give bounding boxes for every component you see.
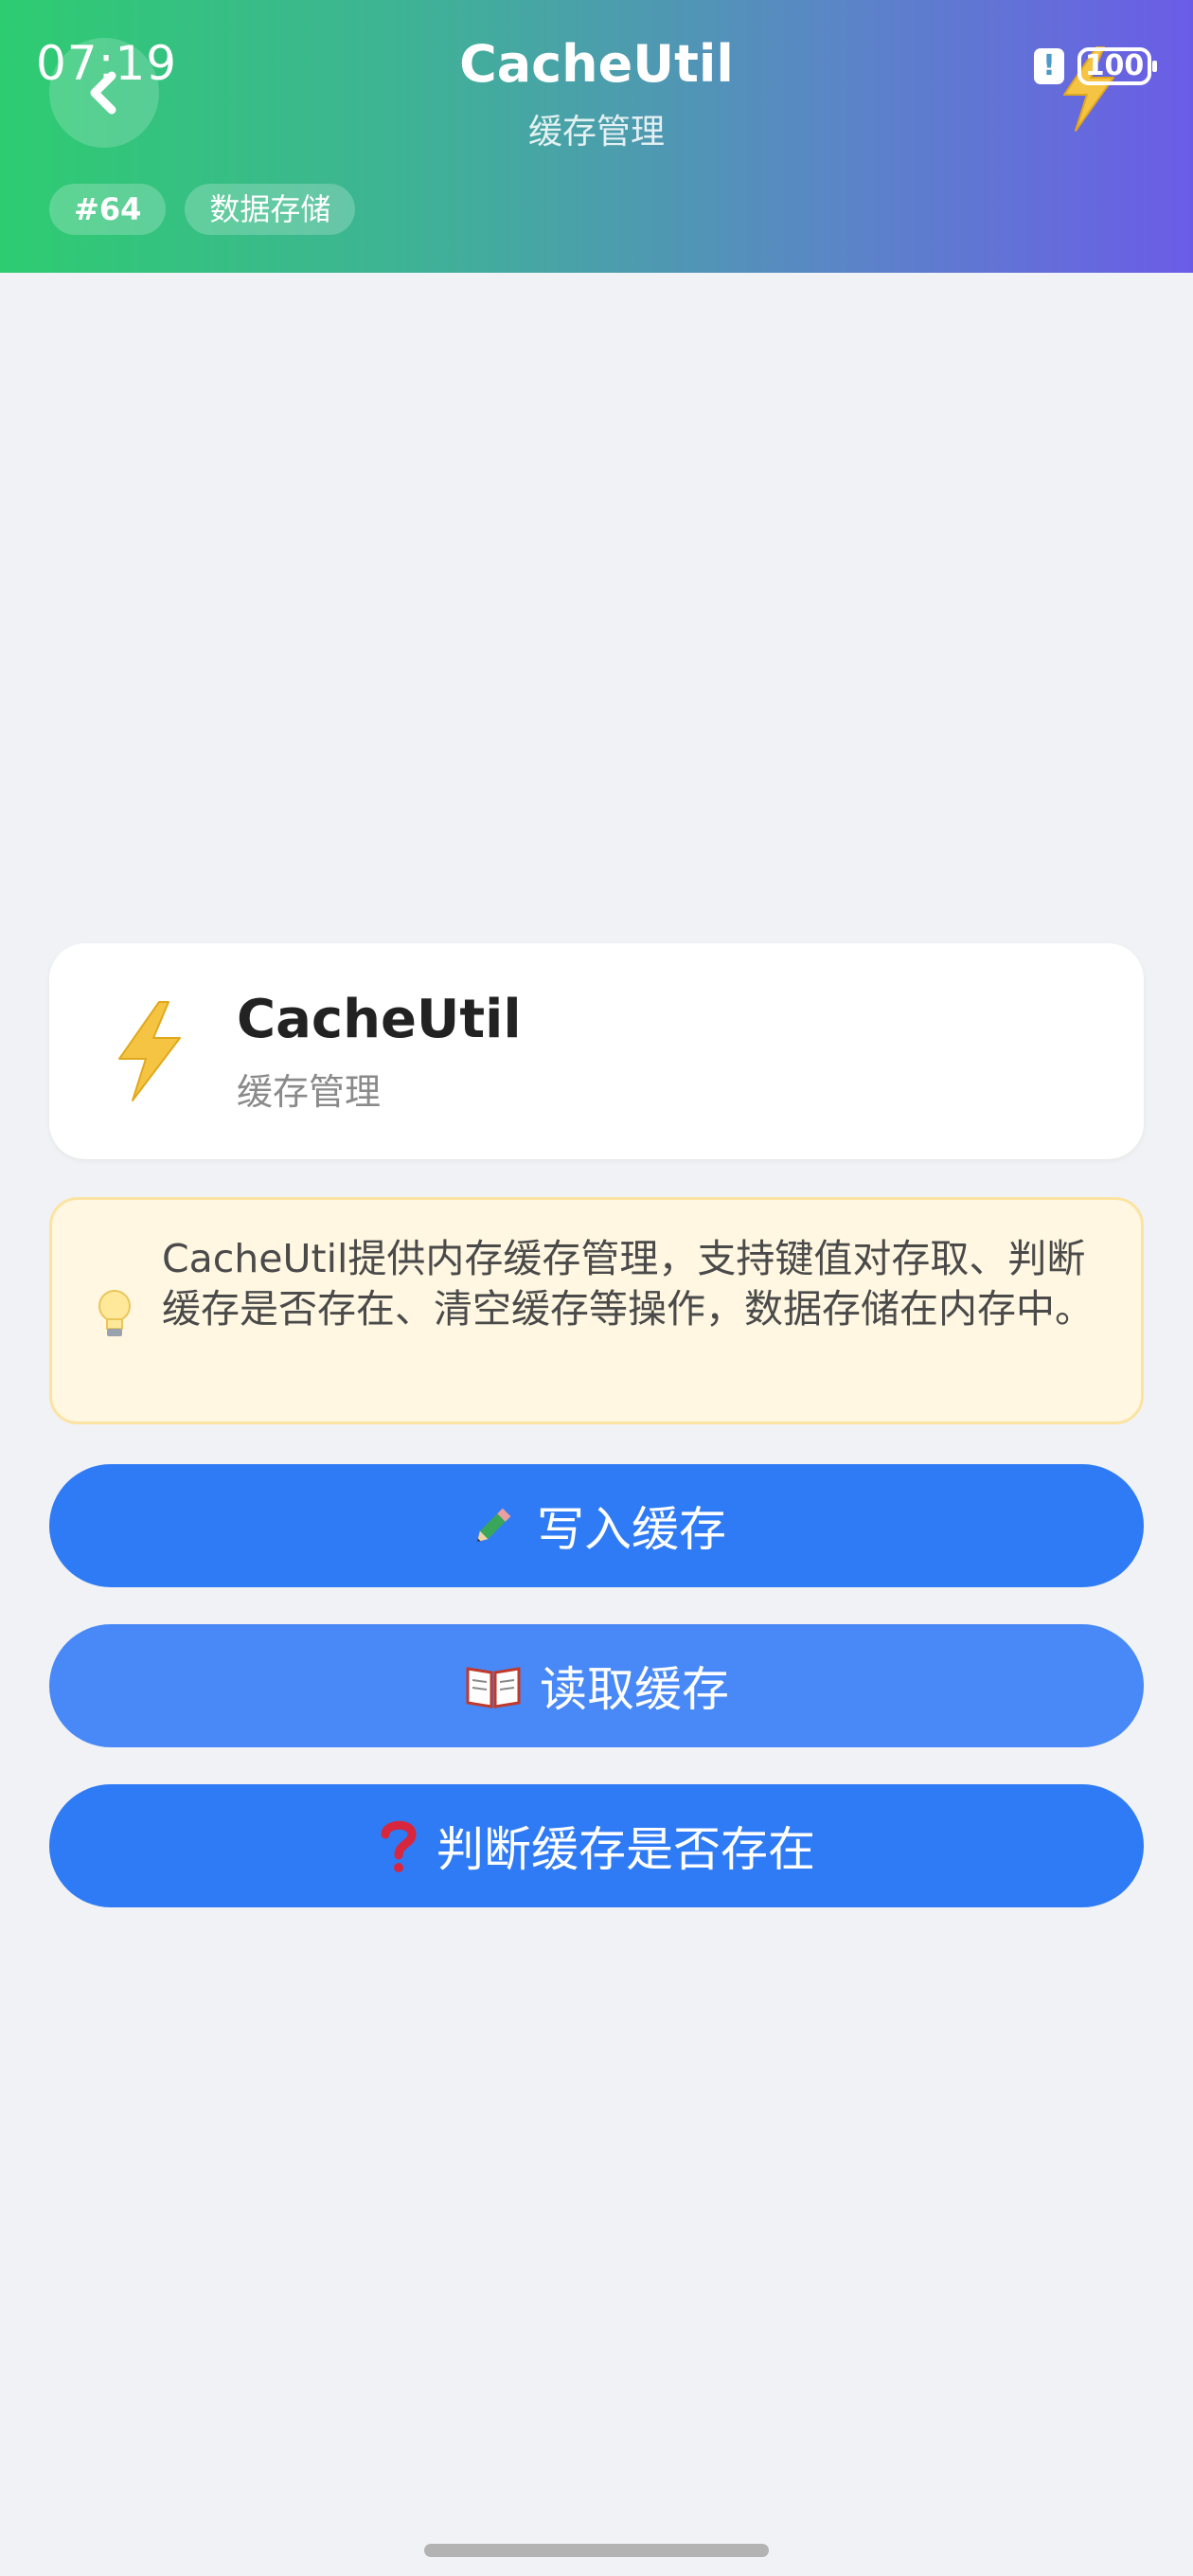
write-cache-button[interactable]: 写入缓存 [49, 1464, 1144, 1587]
check-cache-exists-button[interactable]: 判断缓存是否存在 [49, 1784, 1144, 1907]
status-time: 07:19 [36, 36, 178, 91]
tag-id: #64 [49, 184, 167, 235]
home-indicator[interactable] [424, 2544, 769, 2557]
write-cache-label: 写入缓存 [537, 1502, 726, 1557]
pencil-icon [467, 1499, 520, 1552]
page-subtitle: 缓存管理 [527, 113, 665, 152]
tip-text: CacheUtil提供内存缓存管理，支持键值对存取、判断缓存是否存在、清空缓存等… [162, 1236, 1094, 1332]
tip-box: CacheUtil提供内存缓存管理，支持键值对存取、判断缓存是否存在、清空缓存等… [49, 1197, 1144, 1424]
read-cache-button[interactable]: 读取缓存 [49, 1624, 1144, 1747]
question-mark-icon [378, 1817, 419, 1874]
lightbulb-icon [96, 1287, 134, 1344]
app-header: 07:19 ! 100 CacheUtil 缓存管理 #64 数据存储 [0, 0, 1193, 273]
info-card: CacheUtil 缓存管理 [49, 943, 1144, 1159]
card-title: CacheUtil [237, 989, 522, 1050]
check-cache-exists-label: 判断缓存是否存在 [436, 1822, 815, 1877]
lightning-icon [112, 1000, 186, 1106]
tag-row: #64 数据存储 [49, 184, 374, 235]
page-title: CacheUtil [459, 34, 734, 94]
read-cache-label: 读取缓存 [540, 1662, 729, 1717]
open-book-icon [464, 1661, 523, 1710]
tag-category: 数据存储 [185, 184, 356, 235]
card-subtitle: 缓存管理 [237, 1071, 382, 1113]
status-indicators: ! 100 [1034, 47, 1157, 85]
alert-icon: ! [1034, 48, 1064, 84]
battery-icon: 100 [1077, 47, 1157, 85]
